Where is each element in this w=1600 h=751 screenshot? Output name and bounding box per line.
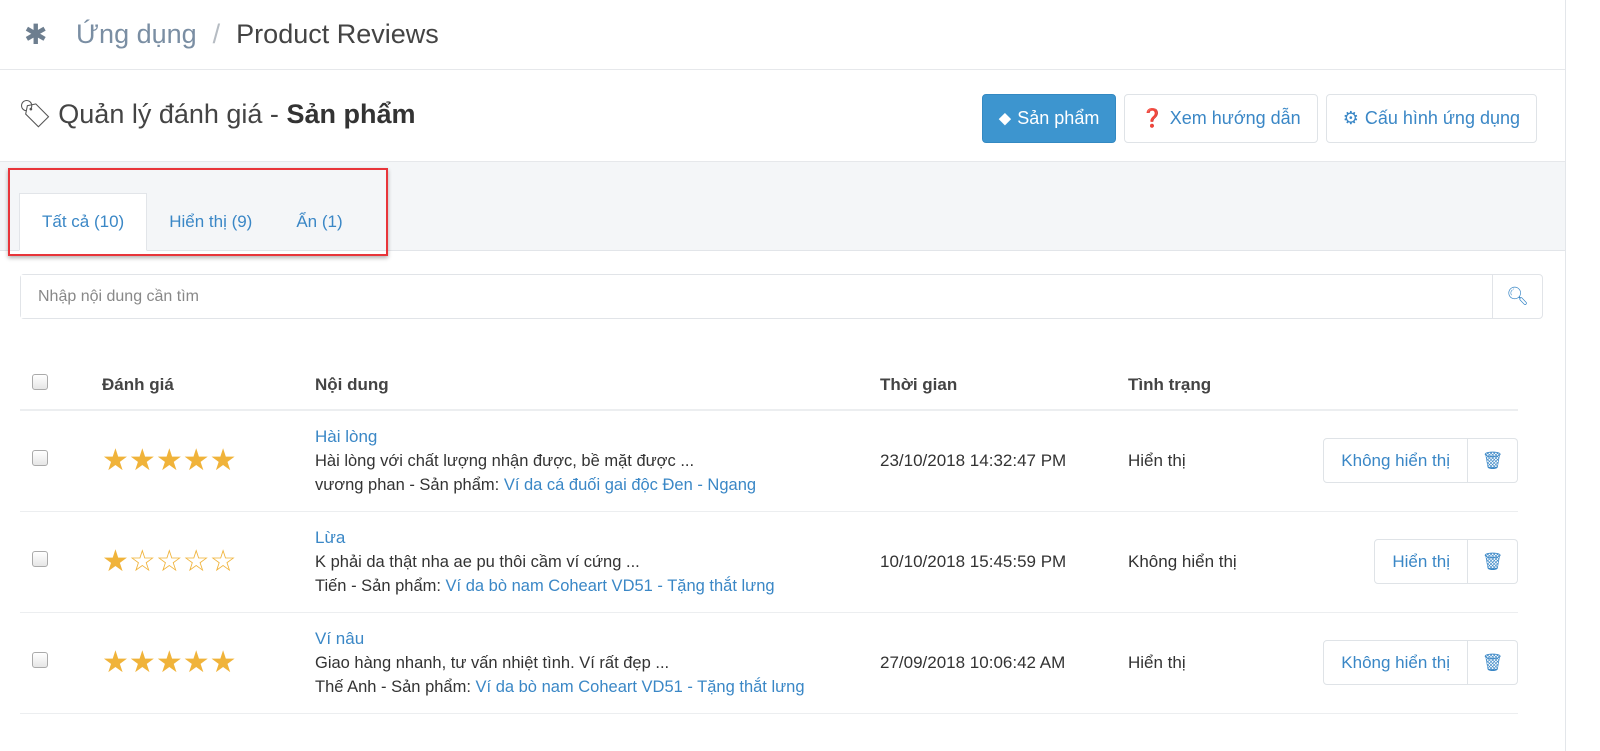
tab-all[interactable]: Tất cả (10) <box>19 193 148 251</box>
search-button[interactable]: 🔍︎ <box>1492 275 1542 318</box>
review-content: K phải da thật nha ae pu thôi cầm ví cứn… <box>315 552 640 571</box>
breadcrumb-separator: / <box>212 19 221 49</box>
review-author: Thế Anh - Sản phẩm: <box>315 677 476 696</box>
star-filled-icon: ★ <box>155 646 183 679</box>
products-button[interactable]: ⬥ Sản phẩm <box>981 94 1117 143</box>
toggle-visibility-button[interactable]: Không hiển thị <box>1323 640 1468 685</box>
tabs-bar: Tất cả (10) Hiển thị (9) Ẩn (1) <box>0 161 1565 251</box>
product-link[interactable]: Ví da bò nam Coheart VD51 - Tặng thắt lư… <box>446 577 775 595</box>
review-time: 23/10/2018 14:32:47 PM <box>880 410 1128 512</box>
review-status: Không hiển thị <box>1128 511 1268 613</box>
star-filled-icon: ★ <box>182 444 210 478</box>
toggle-visibility-button[interactable]: Hiển thị <box>1374 539 1468 584</box>
puzzle-icon: ✱ <box>24 19 48 50</box>
table-row: ★★★★★ Ví nâu Giao hàng nhanh, tư vấn nhi… <box>20 612 1518 714</box>
star-filled-icon: ★ <box>128 444 156 478</box>
star-empty-icon: ☆ <box>128 545 156 578</box>
product-link[interactable]: Ví da bò nam Coheart VD51 - Tặng thắt lư… <box>476 678 805 696</box>
star-filled-icon: ★ <box>102 545 129 578</box>
star-empty-icon: ☆ <box>155 545 183 578</box>
review-content: Giao hàng nhanh, tư vấn nhiệt tình. Ví r… <box>315 653 670 672</box>
trash-icon: 🗑︎ <box>1481 450 1504 470</box>
tag-icon: ⬥ <box>998 108 1012 128</box>
page: ✱ Ứng dụng / Product Reviews 🏷 Quản lý đá… <box>0 0 1566 751</box>
search-icon: 🔍︎ <box>1506 286 1529 306</box>
star-rating: ★★★★★ <box>102 646 237 679</box>
star-empty-icon: ☆ <box>209 545 237 578</box>
review-status: Hiển thị <box>1128 410 1268 512</box>
review-author: Tiến - Sản phẩm: <box>315 576 446 595</box>
row-checkbox[interactable] <box>32 450 48 467</box>
delete-button[interactable]: 🗑︎ <box>1468 539 1518 584</box>
star-rating: ★★★★★ <box>102 444 237 477</box>
gears-icon: ⚙ <box>1342 108 1359 128</box>
review-time: 27/09/2018 10:06:42 AM <box>880 612 1128 714</box>
app-settings-button-label: Cấu hình ứng dụng <box>1364 108 1520 128</box>
review-status: Hiển thị <box>1128 612 1268 714</box>
review-title-link[interactable]: Hài lòng <box>315 425 880 449</box>
delete-button[interactable]: 🗑︎ <box>1468 640 1518 685</box>
select-all-checkbox[interactable] <box>32 374 48 390</box>
review-time: 10/10/2018 15:45:59 PM <box>880 511 1128 613</box>
breadcrumb-apps-link[interactable]: Ứng dụng <box>76 19 197 50</box>
row-checkbox[interactable] <box>32 551 48 567</box>
header-rating: Đánh giá <box>102 360 315 411</box>
star-filled-icon: ★ <box>155 444 183 478</box>
row-checkbox[interactable] <box>32 652 48 668</box>
review-author: vương phan - Sản phẩm: <box>315 475 504 494</box>
delete-button[interactable]: 🗑︎ <box>1468 438 1518 484</box>
product-link[interactable]: Ví da cá đuối gai độc Đen - Ngang <box>504 476 756 494</box>
guide-button[interactable]: ❓ Xem hướng dẫn <box>1124 94 1318 143</box>
tab-hidden[interactable]: Ẩn (1) <box>274 193 364 251</box>
page-title: 🏷 Quản lý đánh giá - Sản phẩm <box>18 98 415 130</box>
table-row: ★☆☆☆☆ Lừa K phải da thật nha ae pu thôi … <box>20 511 1518 613</box>
review-content: Hài lòng với chất lượng nhận được, bề mặ… <box>315 451 695 470</box>
star-filled-icon: ★ <box>209 646 237 679</box>
header-content: Nội dung <box>315 360 880 411</box>
breadcrumb-current: Product Reviews <box>236 19 439 49</box>
guide-button-label: Xem hướng dẫn <box>1169 108 1301 128</box>
star-filled-icon: ★ <box>128 646 156 679</box>
star-filled-icon: ★ <box>182 646 210 679</box>
star-rating: ★☆☆☆☆ <box>102 545 237 578</box>
products-button-label: Sản phẩm <box>1017 108 1100 128</box>
search-input[interactable] <box>21 275 1492 318</box>
search-box: 🔍︎ <box>20 274 1543 319</box>
review-title-link[interactable]: Ví nâu <box>315 627 880 651</box>
tab-visible[interactable]: Hiển thị (9) <box>147 193 274 251</box>
review-title-link[interactable]: Lừa <box>315 526 880 550</box>
toggle-visibility-button[interactable]: Không hiển thị <box>1323 438 1468 484</box>
tags-icon: 🏷 <box>18 99 53 129</box>
star-filled-icon: ★ <box>102 444 129 478</box>
table-row: ★★★★★ Hài lòng Hài lòng với chất lượng n… <box>20 410 1518 512</box>
header-time: Thời gian <box>880 360 1128 411</box>
star-filled-icon: ★ <box>209 444 237 478</box>
trash-icon: 🗑︎ <box>1481 652 1504 672</box>
header-status: Tình trạng <box>1128 360 1268 411</box>
title-bold: Sản phẩm <box>286 99 416 129</box>
app-settings-button[interactable]: ⚙ Cấu hình ứng dụng <box>1325 94 1537 143</box>
star-empty-icon: ☆ <box>182 545 210 578</box>
question-circle-icon: ❓ <box>1141 108 1164 128</box>
reviews-table: Đánh giá Nội dung Thời gian Tình trạng ★… <box>20 360 1518 714</box>
trash-icon: 🗑︎ <box>1481 551 1504 571</box>
title-prefix: Quản lý đánh giá - <box>58 99 287 129</box>
star-filled-icon: ★ <box>102 646 129 679</box>
breadcrumb: ✱ Ứng dụng / Product Reviews <box>0 0 1565 70</box>
